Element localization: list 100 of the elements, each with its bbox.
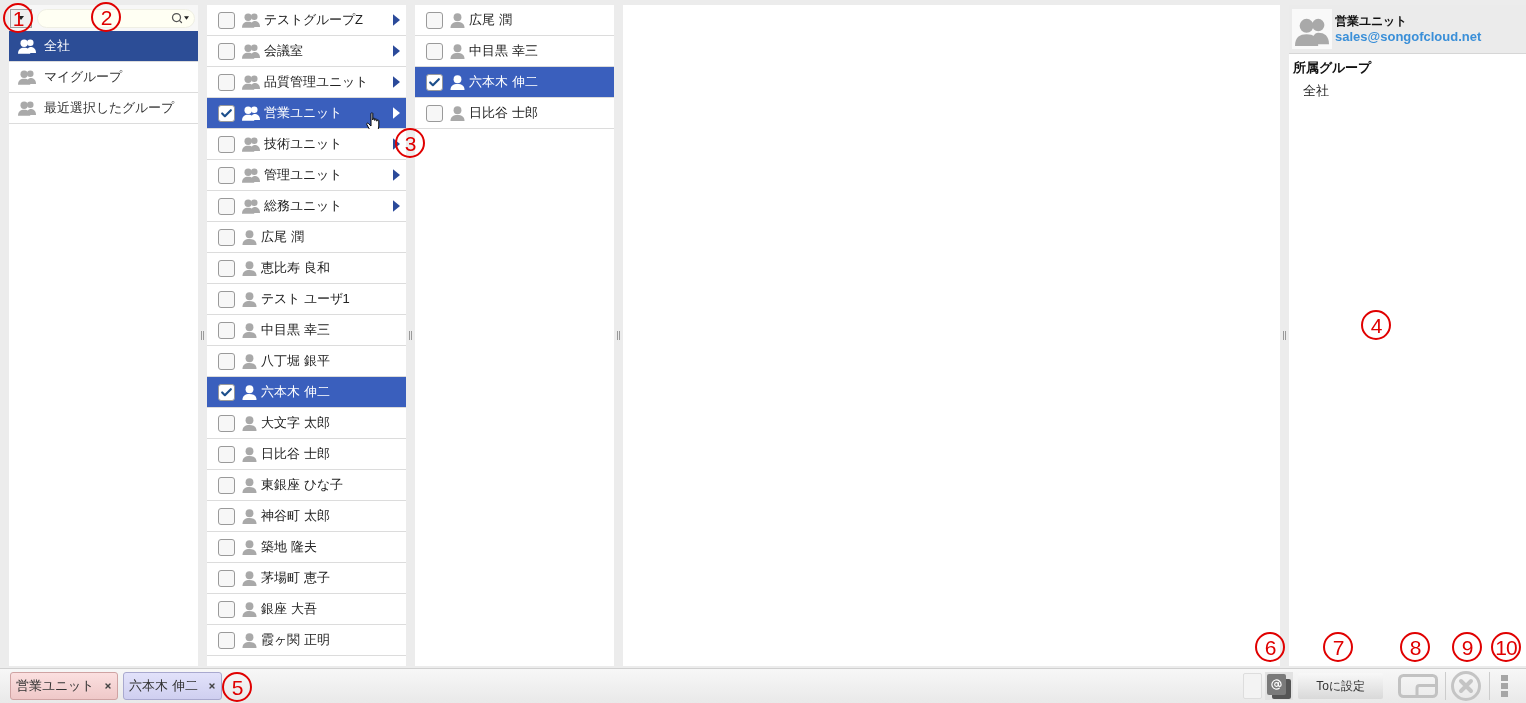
person-icon <box>242 322 257 338</box>
member-name: 霞ヶ関 正明 <box>261 631 330 650</box>
person-icon <box>450 12 465 28</box>
selection-chip[interactable]: 営業ユニット <box>10 672 118 700</box>
nav-item[interactable]: 全社 <box>9 31 198 62</box>
list-row[interactable]: 営業ユニット <box>207 98 406 129</box>
checkbox[interactable] <box>218 600 235 618</box>
caret-right-icon[interactable] <box>393 138 400 150</box>
checkbox[interactable] <box>218 135 235 153</box>
person-icon <box>242 477 257 493</box>
group-icon <box>242 136 260 152</box>
checkbox[interactable] <box>218 42 235 60</box>
caret-down-icon[interactable] <box>184 16 189 20</box>
caret-right-icon[interactable] <box>393 45 400 57</box>
checkbox[interactable] <box>218 631 235 649</box>
checkbox[interactable] <box>426 11 443 29</box>
callout-marker: 2 <box>91 2 121 32</box>
list-row[interactable]: 技術ユニット <box>207 129 406 160</box>
group-icon <box>242 167 260 183</box>
checkbox[interactable] <box>218 11 235 29</box>
person-icon <box>242 446 257 462</box>
group-name-heading: 営業ユニット <box>1335 13 1408 29</box>
member-name: 日比谷 士郎 <box>469 104 538 123</box>
person-icon <box>450 43 465 59</box>
checkbox[interactable] <box>218 290 235 308</box>
checkmark-icon <box>428 75 441 89</box>
person-icon <box>242 539 257 555</box>
search-field[interactable] <box>37 8 195 28</box>
caret-right-icon[interactable] <box>393 14 400 26</box>
callout-marker: 6 <box>1255 632 1285 662</box>
input-field[interactable] <box>1243 673 1262 699</box>
member-name: 築地 隆夫 <box>261 538 317 557</box>
person-icon <box>242 508 257 524</box>
person-icon <box>242 291 257 307</box>
checkbox[interactable] <box>218 383 235 401</box>
checkbox[interactable] <box>218 569 235 587</box>
close-circle-icon[interactable] <box>1451 671 1481 701</box>
member-name: 茅場町 恵子 <box>261 569 330 588</box>
group-icon <box>242 105 260 121</box>
callout-marker: 8 <box>1400 632 1430 662</box>
checkbox[interactable] <box>218 259 235 277</box>
checkbox[interactable] <box>218 228 235 246</box>
grip-icon[interactable] <box>1283 331 1286 340</box>
member-name: 日比谷 士郎 <box>261 445 330 464</box>
checkbox[interactable] <box>426 42 443 60</box>
grip-icon[interactable] <box>201 331 204 340</box>
checkbox[interactable] <box>218 166 235 184</box>
person-icon <box>450 105 465 121</box>
list-row[interactable]: 六本木 伸二 <box>415 67 614 98</box>
group-item: 全社 <box>1303 81 1330 100</box>
checkbox[interactable] <box>218 476 235 494</box>
checkbox[interactable] <box>218 352 235 370</box>
member-name: 八丁堀 銀平 <box>261 352 330 371</box>
member-name: 六本木 伸二 <box>469 73 538 92</box>
close-icon[interactable] <box>207 682 216 690</box>
checkbox[interactable] <box>218 197 235 215</box>
checkbox[interactable] <box>426 73 443 91</box>
callout-marker: 3 <box>395 128 425 158</box>
caret-right-icon[interactable] <box>393 107 400 119</box>
caret-right-icon[interactable] <box>393 200 400 212</box>
member-name: 六本木 伸二 <box>261 383 330 402</box>
person-icon <box>242 353 257 369</box>
checkbox[interactable] <box>218 538 235 556</box>
picture-in-picture-icon[interactable] <box>1398 674 1438 698</box>
checkbox[interactable] <box>218 507 235 525</box>
address-book-icon[interactable] <box>1265 672 1293 700</box>
member-name: 東銀座 ひな子 <box>261 476 343 495</box>
person-icon <box>242 260 257 276</box>
view-toggle-button[interactable] <box>10 8 32 28</box>
checkbox[interactable] <box>218 104 235 122</box>
person-icon <box>242 229 257 245</box>
caret-right-icon[interactable] <box>393 76 400 88</box>
group-icon <box>18 69 36 85</box>
list-row[interactable]: 六本木 伸二 <box>207 377 406 408</box>
selection-chip[interactable]: 六本木 伸二 <box>123 672 222 700</box>
close-icon[interactable] <box>104 682 112 690</box>
grip-icon[interactable] <box>409 331 412 340</box>
group-name: 営業ユニット <box>264 104 342 123</box>
member-name: 大文字 太郎 <box>261 414 330 433</box>
checkbox[interactable] <box>218 445 235 463</box>
more-options-icon[interactable] <box>1500 675 1510 697</box>
member-name: 中目黒 幸三 <box>469 42 538 61</box>
callout-marker: 1 <box>3 3 33 33</box>
chip-label: 六本木 伸二 <box>129 677 198 696</box>
group-name: 技術ユニット <box>264 135 342 154</box>
checkbox[interactable] <box>218 414 235 432</box>
search-icon[interactable] <box>171 12 183 24</box>
group-icon <box>18 38 36 54</box>
caret-right-icon[interactable] <box>393 169 400 181</box>
member-name: 神谷町 太郎 <box>261 507 330 526</box>
callout-marker: 9 <box>1452 632 1482 662</box>
member-name: 広尾 潤 <box>469 11 512 30</box>
member-name: テスト ユーザ1 <box>261 290 350 309</box>
checkbox[interactable] <box>426 104 443 122</box>
checkbox[interactable] <box>218 73 235 91</box>
grip-icon[interactable] <box>617 331 620 340</box>
group-icon <box>18 100 36 116</box>
person-icon <box>242 601 257 617</box>
member-name: 銀座 大吾 <box>261 600 317 619</box>
checkbox[interactable] <box>218 321 235 339</box>
